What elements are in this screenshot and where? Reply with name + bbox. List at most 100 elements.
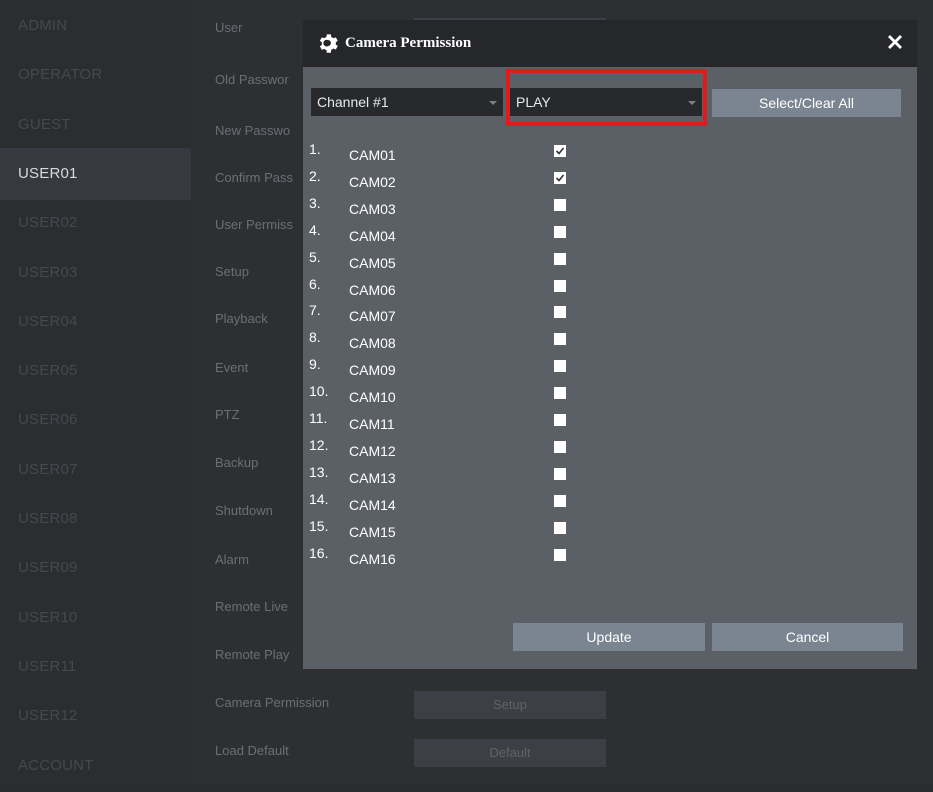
settings-label: Load Default (215, 743, 289, 758)
sidebar-item-user04[interactable]: USER04 (0, 296, 191, 348)
sidebar-item-account[interactable]: ACCOUNT (0, 740, 191, 792)
camera-name: CAM01 (349, 147, 396, 163)
settings-label: Event (215, 360, 249, 375)
camera-row: 13. CAM13 (303, 464, 917, 486)
camera-checkbox[interactable] (554, 414, 566, 426)
sidebar-item-user01[interactable]: USER01 (0, 147, 191, 200)
sidebar-item-admin[interactable]: ADMIN (0, 0, 191, 52)
camera-number: 15. (309, 517, 329, 534)
sidebar-item-user10[interactable]: USER10 (0, 592, 191, 644)
select-clear-all-button[interactable]: Select/Clear All (712, 89, 901, 117)
sidebar-item-user12[interactable]: USER12 (0, 690, 191, 742)
camera-number: 1. (309, 141, 321, 157)
camera-row: 1. CAM01 (303, 141, 917, 163)
camera-row: 11. CAM11 (303, 410, 917, 432)
camera-row: 10. CAM10 (303, 383, 917, 405)
camera-number: 11. (309, 410, 328, 426)
settings-label: Remote Live (215, 599, 288, 614)
sidebar-item-user08[interactable]: USER08 (0, 493, 191, 545)
camera-row: 4. CAM04 (303, 221, 917, 244)
camera-number: 12. (309, 436, 329, 453)
camera-name: CAM10 (349, 389, 396, 406)
camera-row: 3. CAM03 (303, 194, 917, 217)
camera-name: CAM15 (349, 523, 396, 540)
sidebar-item-user06[interactable]: USER06 (0, 394, 191, 446)
checkmark-icon (555, 174, 565, 182)
camera-number: 5. (309, 248, 321, 265)
camera-number: 4. (309, 221, 321, 238)
camera-number: 2. (309, 167, 321, 184)
camera-name: CAM02 (349, 173, 396, 190)
sidebar-item-user02[interactable]: USER02 (0, 197, 191, 249)
camera-name: CAM04 (349, 227, 396, 244)
camera-name: CAM13 (349, 469, 396, 486)
settings-label: New Passwo (215, 123, 291, 138)
camera-name: CAM08 (349, 335, 396, 352)
camera-name: CAM06 (349, 281, 396, 298)
camera-number: 6. (309, 275, 321, 292)
camera-permission-setup-button[interactable]: Setup (414, 691, 606, 719)
camera-checkbox[interactable] (554, 171, 566, 184)
camera-checkbox[interactable] (554, 467, 566, 480)
user-sidebar: ADMIN OPERATOR GUEST USER01 USER02 USER03 USER… (0, 0, 191, 783)
camera-name: CAM14 (349, 496, 396, 513)
gear-icon (319, 34, 338, 53)
camera-name: CAM11 (349, 416, 395, 432)
camera-checkbox[interactable] (554, 360, 566, 373)
channel-select-value: Channel #1 (317, 94, 389, 110)
camera-checkbox[interactable] (554, 521, 566, 534)
camera-checkbox[interactable] (554, 225, 566, 238)
settings-label: Setup (215, 264, 249, 279)
sidebar-item-operator[interactable]: OPERATOR (0, 49, 191, 101)
settings-label: User (215, 20, 243, 35)
camera-checkbox[interactable] (554, 387, 566, 400)
cancel-button[interactable]: Cancel (712, 623, 903, 651)
camera-checkbox[interactable] (554, 279, 566, 292)
settings-label: Remote Play (215, 647, 290, 662)
settings-label: Alarm (215, 552, 249, 567)
camera-row: 14. CAM14 (303, 490, 917, 513)
update-button[interactable]: Update (513, 623, 705, 651)
camera-checkbox[interactable] (554, 252, 566, 265)
settings-label: Backup (215, 455, 259, 470)
camera-checkbox[interactable] (554, 306, 566, 319)
load-default-button[interactable]: Default (414, 739, 606, 767)
camera-checkbox[interactable] (554, 494, 566, 507)
camera-name: CAM12 (349, 442, 396, 459)
settings-label: Camera Permission (215, 695, 330, 710)
camera-number: 16. (309, 544, 329, 561)
camera-checkbox[interactable] (554, 333, 566, 346)
camera-number: 9. (309, 356, 321, 373)
camera-name: CAM05 (349, 254, 396, 271)
close-icon[interactable] (885, 32, 905, 52)
camera-checkbox[interactable] (554, 198, 566, 211)
camera-number: 14. (309, 490, 329, 507)
camera-permission-dialog: Camera Permission Channel #1 PLAY Select… (303, 20, 917, 669)
settings-label: User Permiss (215, 217, 294, 232)
camera-number: 10. (309, 383, 329, 400)
camera-row: 7. CAM07 (303, 302, 917, 324)
highlight-box (506, 69, 707, 126)
sidebar-item-user11[interactable]: USER11 (0, 641, 191, 693)
camera-row: 8. CAM08 (303, 329, 917, 351)
settings-label: Old Passwor (215, 72, 289, 87)
channel-select[interactable]: Channel #1 (311, 88, 503, 116)
sidebar-item-user09[interactable]: USER09 (0, 542, 191, 594)
camera-checkbox[interactable] (554, 548, 566, 561)
sidebar-item-user03[interactable]: USER03 (0, 247, 191, 299)
camera-row: 12. CAM12 (303, 436, 917, 459)
camera-row: 16. CAM16 (303, 544, 917, 567)
sidebar-item-user07[interactable]: USER07 (0, 444, 191, 496)
settings-label: PTZ (215, 407, 240, 422)
camera-checkbox[interactable] (554, 440, 566, 453)
camera-checkbox[interactable] (554, 145, 566, 157)
sidebar-item-guest[interactable]: GUEST (0, 99, 191, 151)
settings-label: Confirm Pass (215, 170, 294, 185)
sidebar-item-user05[interactable]: USER05 (0, 345, 191, 397)
camera-number: 3. (309, 194, 321, 211)
camera-row: 9. CAM09 (303, 356, 917, 378)
camera-row: 2. CAM02 (303, 167, 917, 190)
dialog-title: Camera Permission (345, 35, 472, 51)
dialog-header: Camera Permission (303, 20, 917, 67)
settings-label: Shutdown (215, 503, 273, 518)
